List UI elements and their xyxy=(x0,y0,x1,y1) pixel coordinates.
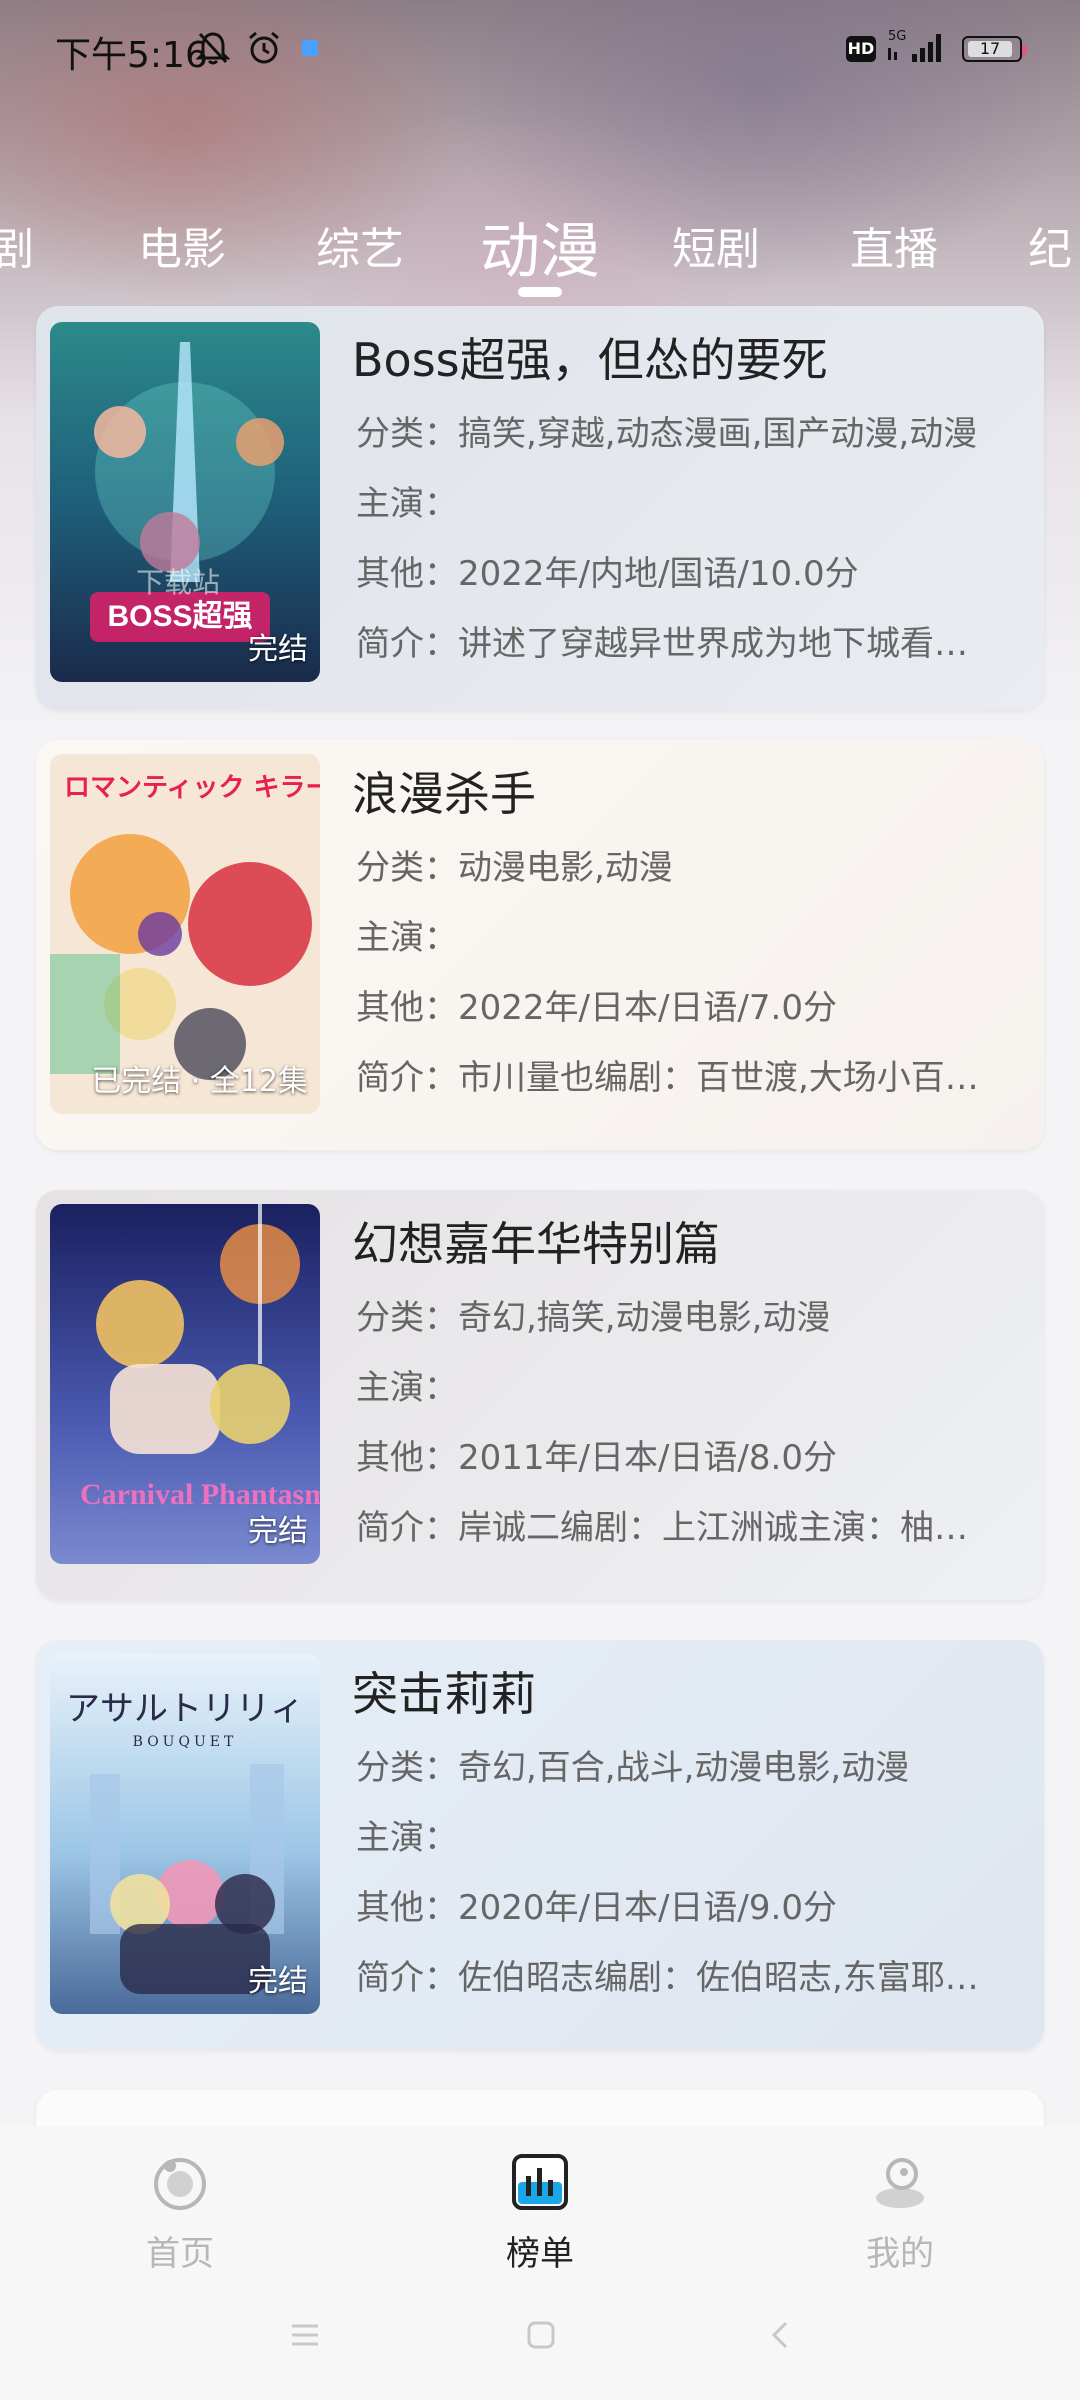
svg-text:BOUQUET: BOUQUET xyxy=(133,1734,238,1750)
item-category: 分类：奇幻,百合,战斗,动漫电影,动漫 xyxy=(356,1748,910,1788)
poster-image[interactable]: BOSS超强 下载站 完结 xyxy=(50,322,320,682)
tab-live[interactable]: 直播 xyxy=(850,213,938,277)
item-other: 其他：2022年/日本/日语/7.0分 xyxy=(356,988,837,1028)
list-item[interactable]: BOSS超强 下载站 完结 Boss超强，但怂的要死 分类：搞笑,穿越,动态漫画… xyxy=(36,306,1044,710)
svg-text:BOSS超强: BOSS超强 xyxy=(107,600,252,633)
status-time: 下午5:16 xyxy=(55,35,208,76)
item-cast: 主演： xyxy=(356,1368,458,1408)
item-title[interactable]: 浪漫杀手 xyxy=(352,758,536,824)
battery-icon: 17 xyxy=(962,36,1027,62)
status-bar: 下午5:16 HD 5G 17 xyxy=(0,0,1080,100)
tab-drama[interactable]: 剧 xyxy=(0,213,34,277)
tab-movie[interactable]: 电影 xyxy=(138,213,226,277)
tab-variety[interactable]: 综艺 xyxy=(316,213,404,277)
item-category: 分类：奇幻,搞笑,动漫电影,动漫 xyxy=(356,1298,831,1338)
item-title[interactable]: 突击莉莉 xyxy=(352,1658,536,1724)
item-cast: 主演： xyxy=(356,484,458,524)
status-badge: 已完结 · 全12集 xyxy=(91,1064,308,1099)
tab-short-drama[interactable]: 短剧 xyxy=(672,213,760,277)
tab-documentary[interactable]: 纪 xyxy=(1028,213,1072,277)
profile-icon xyxy=(876,2158,924,2208)
list-item[interactable]: アサルトリリィ BOUQUET 完结 突击莉莉 分类：奇幻,百合,战斗,动漫电影… xyxy=(36,1640,1044,2050)
item-intro: 简介：岸诚二编剧：上江洲诚主演：柚… xyxy=(356,1508,968,1548)
svg-text:アサルトリリィ: アサルトリリィ xyxy=(66,1689,304,1729)
back-icon[interactable] xyxy=(766,2320,796,2350)
poster-image[interactable]: Carnival Phantasm 完结 xyxy=(50,1204,320,1564)
item-cast: 主演： xyxy=(356,918,458,958)
list-item[interactable]: ロマンティック キラー 已完结 · 全12集 浪漫杀手 分类：动漫电影,动漫 主… xyxy=(36,740,1044,1150)
poster-image[interactable]: アサルトリリィ BOUQUET 完结 xyxy=(50,1654,320,2014)
item-other: 其他：2022年/内地/国语/10.0分 xyxy=(356,554,859,594)
status-badge: 完结 xyxy=(248,1964,308,1999)
menu-icon[interactable] xyxy=(290,2320,320,2350)
battery-level: 17 xyxy=(968,41,1012,57)
notification-icon xyxy=(302,40,318,56)
category-tabs: 剧 电影 综艺 动漫 短剧 直播 纪 xyxy=(0,195,1080,297)
item-intro: 简介：讲述了穿越异世界成为地下城看… xyxy=(356,624,968,664)
item-intro: 简介：佐伯昭志编剧：佐伯昭志,东富耶… xyxy=(356,1958,979,1998)
status-badge: 完结 xyxy=(248,632,308,667)
item-other: 其他：2011年/日本/日语/8.0分 xyxy=(356,1438,837,1478)
tab-indicator xyxy=(518,287,562,297)
svg-text:ロマンティック キラー: ロマンティック キラー xyxy=(64,773,320,803)
hd-icon: HD xyxy=(846,36,876,62)
home-icon xyxy=(154,2158,206,2210)
list-item[interactable]: Carnival Phantasm 完结 幻想嘉年华特别篇 分类：奇幻,搞笑,动… xyxy=(36,1190,1044,1600)
poster-image[interactable]: ロマンティック キラー 已完结 · 全12集 xyxy=(50,754,320,1114)
nav-rankings[interactable]: 榜单 xyxy=(440,2152,640,2275)
item-title[interactable]: 幻想嘉年华特别篇 xyxy=(352,1208,720,1274)
nav-rankings-label: 榜单 xyxy=(506,2234,574,2274)
svg-text:下载站: 下载站 xyxy=(136,566,220,599)
nav-home[interactable]: 首页 xyxy=(80,2152,280,2275)
status-badge: 完结 xyxy=(248,1514,308,1549)
nav-home-label: 首页 xyxy=(146,2234,214,2274)
alarm-icon xyxy=(249,31,279,64)
tab-anime[interactable]: 动漫 xyxy=(480,203,600,290)
item-other: 其他：2020年/日本/日语/9.0分 xyxy=(356,1888,837,1928)
item-cast: 主演： xyxy=(356,1818,458,1858)
item-category: 分类：动漫电影,动漫 xyxy=(356,848,673,888)
svg-text:5G: 5G xyxy=(888,29,906,44)
nav-profile-label: 我的 xyxy=(866,2234,934,2274)
home-button-icon[interactable] xyxy=(526,2320,556,2350)
nav-profile[interactable]: 我的 xyxy=(800,2152,1000,2275)
mute-bell-icon xyxy=(196,32,230,65)
bottom-nav: 首页 榜单 我的 xyxy=(0,2126,1080,2400)
item-category: 分类：搞笑,穿越,动态漫画,国产动漫,动漫 xyxy=(356,414,978,454)
item-intro: 简介：市川量也编剧：百世渡,大场小百… xyxy=(356,1058,979,1098)
signal-icon: 5G xyxy=(888,29,941,62)
chart-icon xyxy=(512,2154,568,2210)
item-title[interactable]: Boss超强，但怂的要死 xyxy=(352,324,828,390)
